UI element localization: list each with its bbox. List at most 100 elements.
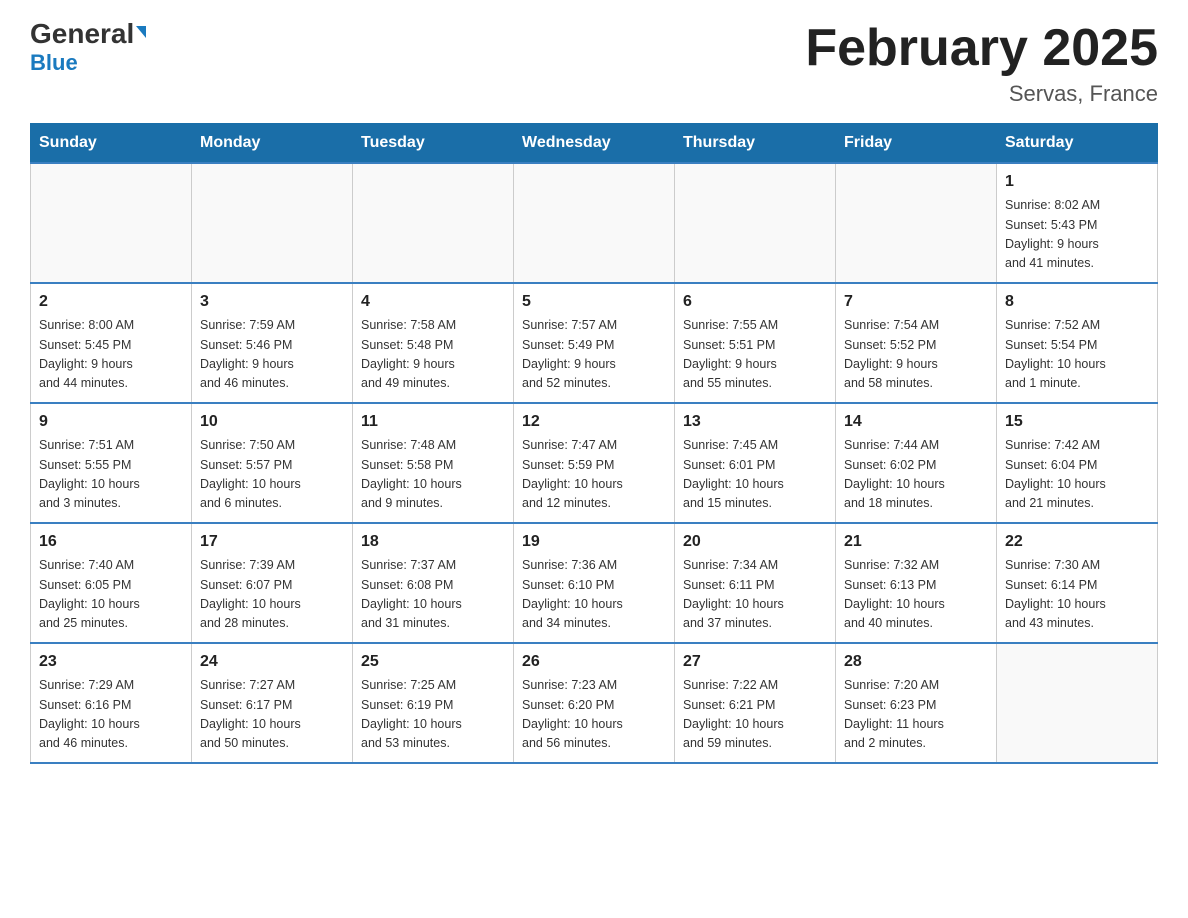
day-info: Sunrise: 7:51 AMSunset: 5:55 PMDaylight:… bbox=[39, 436, 183, 514]
logo-general: General bbox=[30, 18, 134, 49]
calendar-cell: 26Sunrise: 7:23 AMSunset: 6:20 PMDayligh… bbox=[514, 643, 675, 763]
day-number: 25 bbox=[361, 650, 505, 674]
header-wednesday: Wednesday bbox=[514, 124, 675, 164]
week-row-3: 16Sunrise: 7:40 AMSunset: 6:05 PMDayligh… bbox=[31, 523, 1158, 643]
day-info: Sunrise: 7:50 AMSunset: 5:57 PMDaylight:… bbox=[200, 436, 344, 514]
header-friday: Friday bbox=[836, 124, 997, 164]
day-number: 10 bbox=[200, 410, 344, 434]
day-info: Sunrise: 7:57 AMSunset: 5:49 PMDaylight:… bbox=[522, 316, 666, 394]
day-number: 27 bbox=[683, 650, 827, 674]
week-row-4: 23Sunrise: 7:29 AMSunset: 6:16 PMDayligh… bbox=[31, 643, 1158, 763]
day-info: Sunrise: 7:27 AMSunset: 6:17 PMDaylight:… bbox=[200, 676, 344, 754]
calendar-cell: 10Sunrise: 7:50 AMSunset: 5:57 PMDayligh… bbox=[192, 403, 353, 523]
calendar-cell: 4Sunrise: 7:58 AMSunset: 5:48 PMDaylight… bbox=[353, 283, 514, 403]
day-number: 19 bbox=[522, 530, 666, 554]
day-number: 3 bbox=[200, 290, 344, 314]
day-info: Sunrise: 7:47 AMSunset: 5:59 PMDaylight:… bbox=[522, 436, 666, 514]
calendar-cell: 16Sunrise: 7:40 AMSunset: 6:05 PMDayligh… bbox=[31, 523, 192, 643]
day-number: 5 bbox=[522, 290, 666, 314]
calendar-cell bbox=[192, 163, 353, 283]
calendar-cell: 13Sunrise: 7:45 AMSunset: 6:01 PMDayligh… bbox=[675, 403, 836, 523]
day-number: 6 bbox=[683, 290, 827, 314]
calendar-cell: 21Sunrise: 7:32 AMSunset: 6:13 PMDayligh… bbox=[836, 523, 997, 643]
calendar-cell: 11Sunrise: 7:48 AMSunset: 5:58 PMDayligh… bbox=[353, 403, 514, 523]
day-number: 11 bbox=[361, 410, 505, 434]
calendar-cell: 18Sunrise: 7:37 AMSunset: 6:08 PMDayligh… bbox=[353, 523, 514, 643]
week-row-1: 2Sunrise: 8:00 AMSunset: 5:45 PMDaylight… bbox=[31, 283, 1158, 403]
day-number: 9 bbox=[39, 410, 183, 434]
calendar-cell bbox=[675, 163, 836, 283]
title-section: February 2025 Servas, France bbox=[805, 20, 1158, 107]
calendar-header-row: Sunday Monday Tuesday Wednesday Thursday… bbox=[31, 124, 1158, 164]
day-info: Sunrise: 7:40 AMSunset: 6:05 PMDaylight:… bbox=[39, 556, 183, 634]
day-info: Sunrise: 8:00 AMSunset: 5:45 PMDaylight:… bbox=[39, 316, 183, 394]
logo-text: General bbox=[30, 20, 146, 48]
header-tuesday: Tuesday bbox=[353, 124, 514, 164]
calendar-cell: 5Sunrise: 7:57 AMSunset: 5:49 PMDaylight… bbox=[514, 283, 675, 403]
calendar-cell: 20Sunrise: 7:34 AMSunset: 6:11 PMDayligh… bbox=[675, 523, 836, 643]
header-monday: Monday bbox=[192, 124, 353, 164]
day-number: 18 bbox=[361, 530, 505, 554]
day-number: 26 bbox=[522, 650, 666, 674]
day-number: 2 bbox=[39, 290, 183, 314]
calendar-cell: 9Sunrise: 7:51 AMSunset: 5:55 PMDaylight… bbox=[31, 403, 192, 523]
week-row-0: 1Sunrise: 8:02 AMSunset: 5:43 PMDaylight… bbox=[31, 163, 1158, 283]
header-thursday: Thursday bbox=[675, 124, 836, 164]
calendar-cell: 28Sunrise: 7:20 AMSunset: 6:23 PMDayligh… bbox=[836, 643, 997, 763]
day-number: 12 bbox=[522, 410, 666, 434]
day-number: 22 bbox=[1005, 530, 1149, 554]
day-info: Sunrise: 7:34 AMSunset: 6:11 PMDaylight:… bbox=[683, 556, 827, 634]
day-info: Sunrise: 7:42 AMSunset: 6:04 PMDaylight:… bbox=[1005, 436, 1149, 514]
page-header: General Blue February 2025 Servas, Franc… bbox=[30, 20, 1158, 107]
day-info: Sunrise: 7:36 AMSunset: 6:10 PMDaylight:… bbox=[522, 556, 666, 634]
calendar-cell: 23Sunrise: 7:29 AMSunset: 6:16 PMDayligh… bbox=[31, 643, 192, 763]
day-info: Sunrise: 7:59 AMSunset: 5:46 PMDaylight:… bbox=[200, 316, 344, 394]
day-info: Sunrise: 7:39 AMSunset: 6:07 PMDaylight:… bbox=[200, 556, 344, 634]
calendar-cell bbox=[836, 163, 997, 283]
day-info: Sunrise: 7:45 AMSunset: 6:01 PMDaylight:… bbox=[683, 436, 827, 514]
day-info: Sunrise: 7:37 AMSunset: 6:08 PMDaylight:… bbox=[361, 556, 505, 634]
day-info: Sunrise: 7:29 AMSunset: 6:16 PMDaylight:… bbox=[39, 676, 183, 754]
day-number: 20 bbox=[683, 530, 827, 554]
day-number: 15 bbox=[1005, 410, 1149, 434]
header-sunday: Sunday bbox=[31, 124, 192, 164]
day-number: 7 bbox=[844, 290, 988, 314]
day-info: Sunrise: 7:22 AMSunset: 6:21 PMDaylight:… bbox=[683, 676, 827, 754]
calendar-cell bbox=[514, 163, 675, 283]
calendar-cell: 17Sunrise: 7:39 AMSunset: 6:07 PMDayligh… bbox=[192, 523, 353, 643]
calendar-title: February 2025 bbox=[805, 20, 1158, 77]
day-number: 17 bbox=[200, 530, 344, 554]
calendar-subtitle: Servas, France bbox=[805, 81, 1158, 107]
calendar-cell: 14Sunrise: 7:44 AMSunset: 6:02 PMDayligh… bbox=[836, 403, 997, 523]
calendar-cell: 7Sunrise: 7:54 AMSunset: 5:52 PMDaylight… bbox=[836, 283, 997, 403]
day-number: 13 bbox=[683, 410, 827, 434]
day-number: 28 bbox=[844, 650, 988, 674]
day-info: Sunrise: 7:23 AMSunset: 6:20 PMDaylight:… bbox=[522, 676, 666, 754]
calendar-cell: 19Sunrise: 7:36 AMSunset: 6:10 PMDayligh… bbox=[514, 523, 675, 643]
calendar-cell bbox=[997, 643, 1158, 763]
calendar-cell: 15Sunrise: 7:42 AMSunset: 6:04 PMDayligh… bbox=[997, 403, 1158, 523]
day-number: 23 bbox=[39, 650, 183, 674]
day-info: Sunrise: 7:30 AMSunset: 6:14 PMDaylight:… bbox=[1005, 556, 1149, 634]
calendar-cell: 22Sunrise: 7:30 AMSunset: 6:14 PMDayligh… bbox=[997, 523, 1158, 643]
calendar-cell: 2Sunrise: 8:00 AMSunset: 5:45 PMDaylight… bbox=[31, 283, 192, 403]
logo-triangle-icon bbox=[136, 26, 146, 38]
calendar-cell: 6Sunrise: 7:55 AMSunset: 5:51 PMDaylight… bbox=[675, 283, 836, 403]
day-number: 1 bbox=[1005, 170, 1149, 194]
day-number: 14 bbox=[844, 410, 988, 434]
calendar-cell: 12Sunrise: 7:47 AMSunset: 5:59 PMDayligh… bbox=[514, 403, 675, 523]
day-info: Sunrise: 7:25 AMSunset: 6:19 PMDaylight:… bbox=[361, 676, 505, 754]
calendar-cell: 1Sunrise: 8:02 AMSunset: 5:43 PMDaylight… bbox=[997, 163, 1158, 283]
logo: General Blue bbox=[30, 20, 146, 76]
calendar-cell bbox=[31, 163, 192, 283]
day-number: 24 bbox=[200, 650, 344, 674]
day-info: Sunrise: 7:44 AMSunset: 6:02 PMDaylight:… bbox=[844, 436, 988, 514]
calendar-cell: 24Sunrise: 7:27 AMSunset: 6:17 PMDayligh… bbox=[192, 643, 353, 763]
week-row-2: 9Sunrise: 7:51 AMSunset: 5:55 PMDaylight… bbox=[31, 403, 1158, 523]
header-saturday: Saturday bbox=[997, 124, 1158, 164]
calendar-table: Sunday Monday Tuesday Wednesday Thursday… bbox=[30, 123, 1158, 764]
day-info: Sunrise: 7:54 AMSunset: 5:52 PMDaylight:… bbox=[844, 316, 988, 394]
logo-blue: Blue bbox=[30, 50, 78, 76]
day-info: Sunrise: 7:48 AMSunset: 5:58 PMDaylight:… bbox=[361, 436, 505, 514]
calendar-cell: 27Sunrise: 7:22 AMSunset: 6:21 PMDayligh… bbox=[675, 643, 836, 763]
